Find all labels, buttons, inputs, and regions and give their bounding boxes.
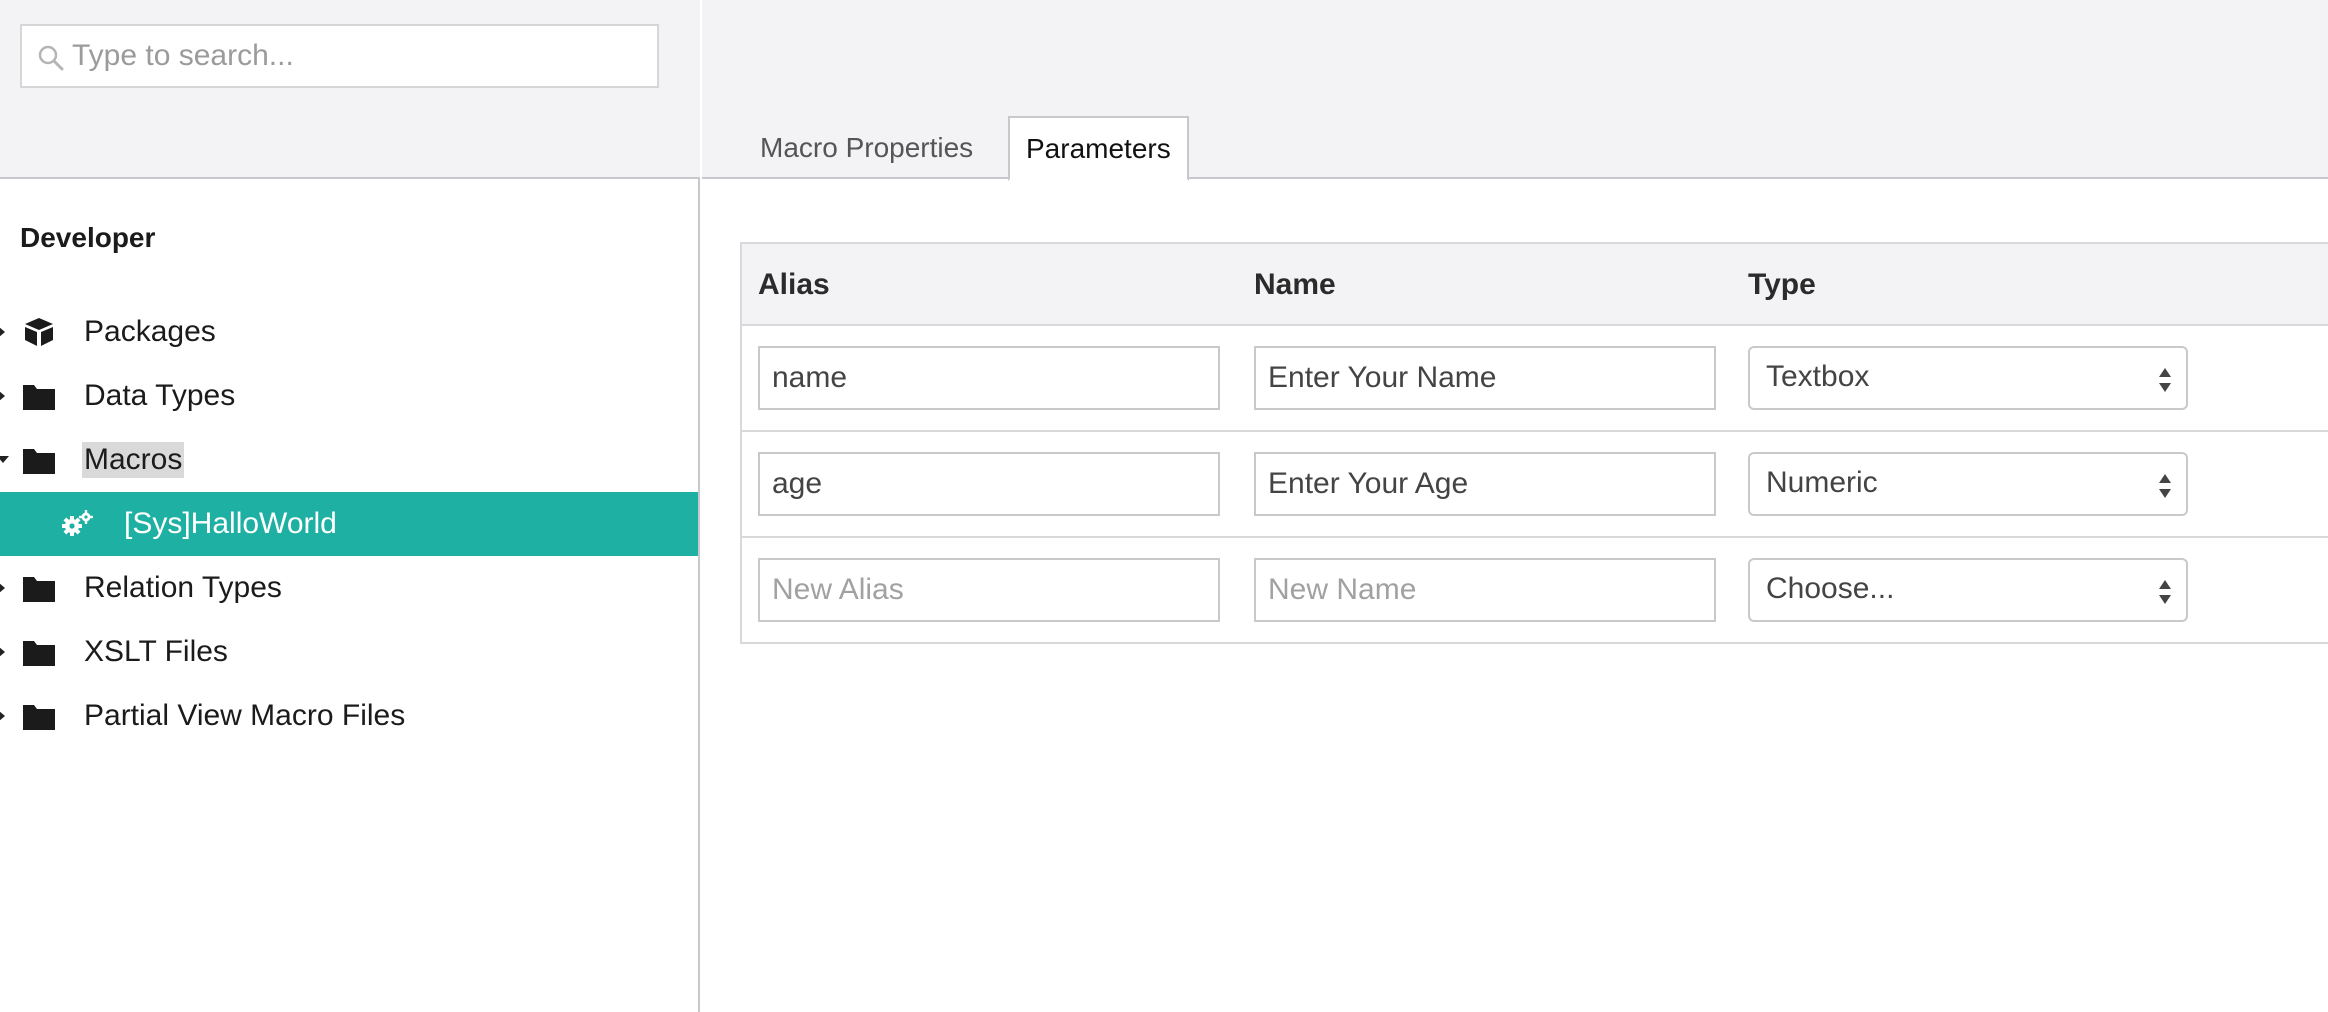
section-title: Developer — [20, 222, 156, 253]
folder-icon — [23, 641, 55, 666]
column-header-type: Type — [1748, 268, 1816, 301]
expand-caret-icon[interactable] — [0, 582, 5, 594]
tree-item-label: Data Types — [84, 379, 236, 412]
table-row: Numeric — [742, 432, 2328, 538]
tab-parameters[interactable]: Parameters — [1008, 116, 1189, 181]
search-input[interactable] — [72, 34, 642, 78]
sidebar: Developer Packages Data Types — [0, 0, 700, 1012]
tree-item-label: Macros — [82, 442, 185, 478]
package-icon — [25, 318, 53, 346]
select-arrows-icon — [2159, 368, 2171, 392]
tree-item-relation-types[interactable]: Relation Types — [0, 556, 698, 620]
tree-item-sys-halloworld[interactable]: [Sys]HalloWorld — [0, 492, 698, 556]
type-select[interactable]: Numeric — [1748, 452, 2188, 516]
tree-item-label: Packages — [84, 315, 216, 348]
tree-item-macros[interactable]: Macros — [0, 428, 698, 492]
table-row: Textbox — [742, 326, 2328, 432]
select-arrows-icon — [2159, 580, 2171, 604]
macro-editor: Macro Properties Parameters Alias Name T… — [702, 0, 2328, 1012]
tree-item-label: XSLT Files — [84, 635, 228, 668]
expand-caret-icon[interactable] — [0, 326, 5, 338]
tree-item-label: Partial View Macro Files — [84, 699, 406, 732]
type-select-value: Choose... — [1766, 572, 1895, 605]
alias-field[interactable] — [758, 346, 1220, 410]
name-field[interactable] — [1254, 452, 1716, 516]
tree-item-xslt-files[interactable]: XSLT Files — [0, 620, 698, 684]
table-header: Alias Name Type — [742, 244, 2328, 326]
tree-item-data-types[interactable]: Data Types — [0, 364, 698, 428]
new-name-field[interactable] — [1254, 558, 1716, 622]
search-box[interactable] — [20, 24, 659, 88]
parameters-table: Alias Name Type Textbox Numeric — [740, 242, 2328, 644]
folder-icon — [23, 577, 55, 602]
column-header-alias: Alias — [758, 268, 830, 301]
developer-tree: Packages Data Types Macros [Sys]HalloWor… — [0, 300, 698, 748]
folder-icon — [23, 705, 55, 730]
alias-field[interactable] — [758, 452, 1220, 516]
name-field[interactable] — [1254, 346, 1716, 410]
editor-header: Macro Properties Parameters — [702, 0, 2328, 181]
type-select-value: Numeric — [1766, 466, 1878, 499]
tab-macro-properties[interactable]: Macro Properties — [744, 116, 989, 179]
new-alias-field[interactable] — [758, 558, 1220, 622]
expand-caret-icon[interactable] — [0, 646, 5, 658]
type-select[interactable]: Textbox — [1748, 346, 2188, 410]
gears-icon — [62, 510, 93, 536]
expand-caret-icon[interactable] — [0, 710, 5, 722]
collapse-caret-icon[interactable] — [0, 456, 9, 463]
tree-item-partial-view-macro-files[interactable]: Partial View Macro Files — [0, 684, 698, 748]
folder-icon — [23, 449, 55, 474]
new-parameter-row: Choose... — [742, 538, 2328, 642]
search-icon — [38, 45, 64, 71]
column-header-name: Name — [1254, 268, 1336, 301]
type-select-value: Textbox — [1766, 360, 1870, 393]
tree-item-packages[interactable]: Packages — [0, 300, 698, 364]
tree-item-label: Relation Types — [84, 571, 282, 604]
tree-item-label: [Sys]HalloWorld — [124, 507, 337, 540]
new-type-select[interactable]: Choose... — [1748, 558, 2188, 622]
select-arrows-icon — [2159, 474, 2171, 498]
expand-caret-icon[interactable] — [0, 390, 5, 402]
folder-icon — [23, 385, 55, 410]
sidebar-header — [0, 0, 700, 179]
